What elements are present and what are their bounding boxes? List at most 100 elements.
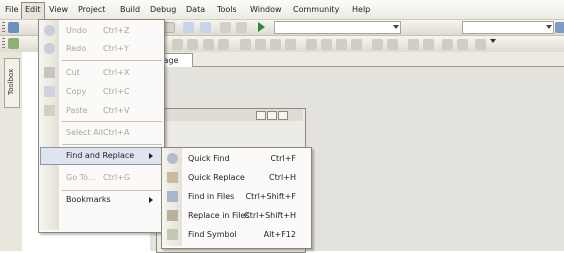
redo-icon bbox=[44, 43, 55, 54]
tab-order-icon[interactable] bbox=[442, 39, 453, 50]
edit-menu-select-all[interactable]: Select All Ctrl+A bbox=[39, 124, 163, 142]
document-tab-strip bbox=[150, 52, 564, 67]
horizontal-spacing-icon[interactable] bbox=[306, 39, 317, 50]
menu-item-label: Redo bbox=[66, 44, 87, 53]
menu-item-shortcut: Ctrl+A bbox=[103, 128, 130, 137]
menu-item-shortcut: Ctrl+Shift+H bbox=[244, 211, 296, 220]
send-to-back-icon[interactable] bbox=[423, 39, 434, 50]
menu-item-shortcut: Ctrl+X bbox=[103, 68, 130, 77]
find-symbol-icon bbox=[167, 229, 178, 240]
menu-project[interactable]: Project bbox=[75, 3, 108, 16]
menu-item-label: Find Symbol bbox=[188, 230, 237, 239]
bring-to-front-icon[interactable] bbox=[408, 39, 419, 50]
minimize-icon[interactable] bbox=[256, 111, 266, 120]
menu-help[interactable]: Help bbox=[349, 3, 373, 16]
navigate-forward-icon[interactable] bbox=[236, 22, 247, 33]
menu-item-shortcut: Ctrl+C bbox=[103, 87, 130, 96]
align-right-icon[interactable] bbox=[187, 39, 198, 50]
menu-separator bbox=[62, 60, 162, 61]
center-horizontally-icon[interactable] bbox=[372, 39, 383, 50]
same-height-icon[interactable] bbox=[255, 39, 266, 50]
grid-icon[interactable] bbox=[475, 39, 486, 50]
center-vertically-icon[interactable] bbox=[387, 39, 398, 50]
chevron-down-icon bbox=[393, 25, 399, 29]
lock-controls-icon[interactable] bbox=[457, 39, 468, 50]
decrease-spacing-icon[interactable] bbox=[336, 39, 347, 50]
redo-toolbar-icon[interactable] bbox=[200, 22, 211, 33]
size-to-grid-icon[interactable] bbox=[285, 39, 296, 50]
chevron-down-icon bbox=[546, 25, 552, 29]
find-combo[interactable] bbox=[462, 21, 554, 34]
maximize-icon[interactable] bbox=[267, 111, 277, 120]
submenu-replace-in-files[interactable]: Replace in Files Ctrl+Shift+H bbox=[162, 206, 310, 226]
align-left-icon[interactable] bbox=[172, 39, 183, 50]
submenu-find-symbol[interactable]: Find Symbol Alt+F12 bbox=[162, 225, 310, 245]
submenu-find-in-files[interactable]: Find in Files Ctrl+Shift+F bbox=[162, 187, 310, 207]
menu-item-shortcut: Ctrl+H bbox=[269, 173, 296, 182]
menu-window[interactable]: Window bbox=[247, 3, 285, 16]
edit-menu-cut[interactable]: Cut Ctrl+X bbox=[39, 64, 163, 82]
menu-tools[interactable]: Tools bbox=[214, 3, 240, 16]
layout-icon[interactable] bbox=[8, 38, 19, 49]
menu-file[interactable]: File bbox=[2, 3, 21, 16]
submenu-quick-find[interactable]: Quick Find Ctrl+F bbox=[162, 149, 310, 169]
quick-find-icon bbox=[167, 153, 178, 164]
menu-item-label: Select All bbox=[66, 128, 104, 137]
menu-separator bbox=[62, 121, 162, 122]
paste-icon bbox=[44, 105, 55, 116]
menu-item-shortcut: Ctrl+Z bbox=[103, 26, 130, 35]
undo-icon bbox=[44, 25, 55, 36]
edit-menu-undo[interactable]: Undo Ctrl+Z bbox=[39, 22, 163, 40]
menu-item-shortcut: Alt+F12 bbox=[263, 230, 296, 239]
new-project-icon[interactable] bbox=[8, 22, 19, 33]
solution-config-dropdown[interactable] bbox=[274, 21, 401, 34]
menu-item-label: Find and Replace bbox=[66, 151, 135, 160]
remove-spacing-icon[interactable] bbox=[351, 39, 362, 50]
menu-bar: File Edit View Project Build Debug Data … bbox=[0, 0, 564, 20]
menu-item-shortcut: Ctrl+V bbox=[103, 106, 130, 115]
close-icon[interactable] bbox=[278, 111, 288, 120]
edit-menu-find-and-replace[interactable]: Find and Replace bbox=[39, 147, 163, 165]
find-icon[interactable] bbox=[164, 22, 175, 33]
increase-spacing-icon[interactable] bbox=[321, 39, 332, 50]
same-size-icon[interactable] bbox=[270, 39, 281, 50]
submenu-quick-replace[interactable]: Quick Replace Ctrl+H bbox=[162, 168, 310, 188]
align-middle-icon[interactable] bbox=[218, 39, 229, 50]
copy-icon bbox=[44, 86, 55, 97]
same-width-icon[interactable] bbox=[240, 39, 251, 50]
quick-replace-icon bbox=[167, 172, 178, 183]
edit-menu-copy[interactable]: Copy Ctrl+C bbox=[39, 83, 163, 101]
menu-item-shortcut: Ctrl+G bbox=[103, 173, 131, 182]
toolbar-grip[interactable] bbox=[2, 22, 5, 33]
menu-item-shortcut: Ctrl+Shift+F bbox=[245, 192, 296, 201]
menu-item-label: Bookmarks bbox=[66, 195, 111, 204]
menu-item-label: Quick Replace bbox=[188, 173, 245, 182]
submenu-arrow-icon bbox=[149, 153, 153, 159]
menu-debug[interactable]: Debug bbox=[147, 3, 179, 16]
menu-separator bbox=[62, 144, 162, 145]
edit-menu-bookmarks[interactable]: Bookmarks bbox=[39, 191, 163, 209]
start-debugging-icon[interactable] bbox=[258, 22, 265, 32]
edit-menu-go-to[interactable]: Go To... Ctrl+G bbox=[39, 169, 163, 187]
toolbar-grip[interactable] bbox=[2, 38, 5, 50]
menu-item-label: Find in Files bbox=[188, 192, 235, 201]
align-top-icon[interactable] bbox=[203, 39, 214, 50]
menu-build[interactable]: Build bbox=[117, 3, 143, 16]
menu-view[interactable]: View bbox=[46, 3, 71, 16]
edit-menu-paste[interactable]: Paste Ctrl+V bbox=[39, 102, 163, 120]
solution-explorer-icon[interactable] bbox=[555, 22, 564, 33]
cut-icon bbox=[44, 67, 55, 78]
menu-item-label: Paste bbox=[66, 106, 88, 115]
replace-in-files-icon bbox=[167, 210, 178, 221]
toolbox-label: Toolbox bbox=[7, 68, 15, 96]
undo-toolbar-icon[interactable] bbox=[183, 22, 194, 33]
edit-menu-redo[interactable]: Redo Ctrl+Y bbox=[39, 40, 163, 58]
menu-item-label: Copy bbox=[66, 87, 87, 96]
toolbar-options-icon[interactable] bbox=[490, 39, 496, 43]
menu-edit[interactable]: Edit bbox=[21, 2, 45, 19]
navigate-back-icon[interactable] bbox=[220, 22, 231, 33]
menu-item-shortcut: Ctrl+Y bbox=[103, 44, 129, 53]
menu-item-label: Undo bbox=[66, 26, 87, 35]
menu-data[interactable]: Data bbox=[183, 3, 208, 16]
menu-community[interactable]: Community bbox=[290, 3, 342, 16]
